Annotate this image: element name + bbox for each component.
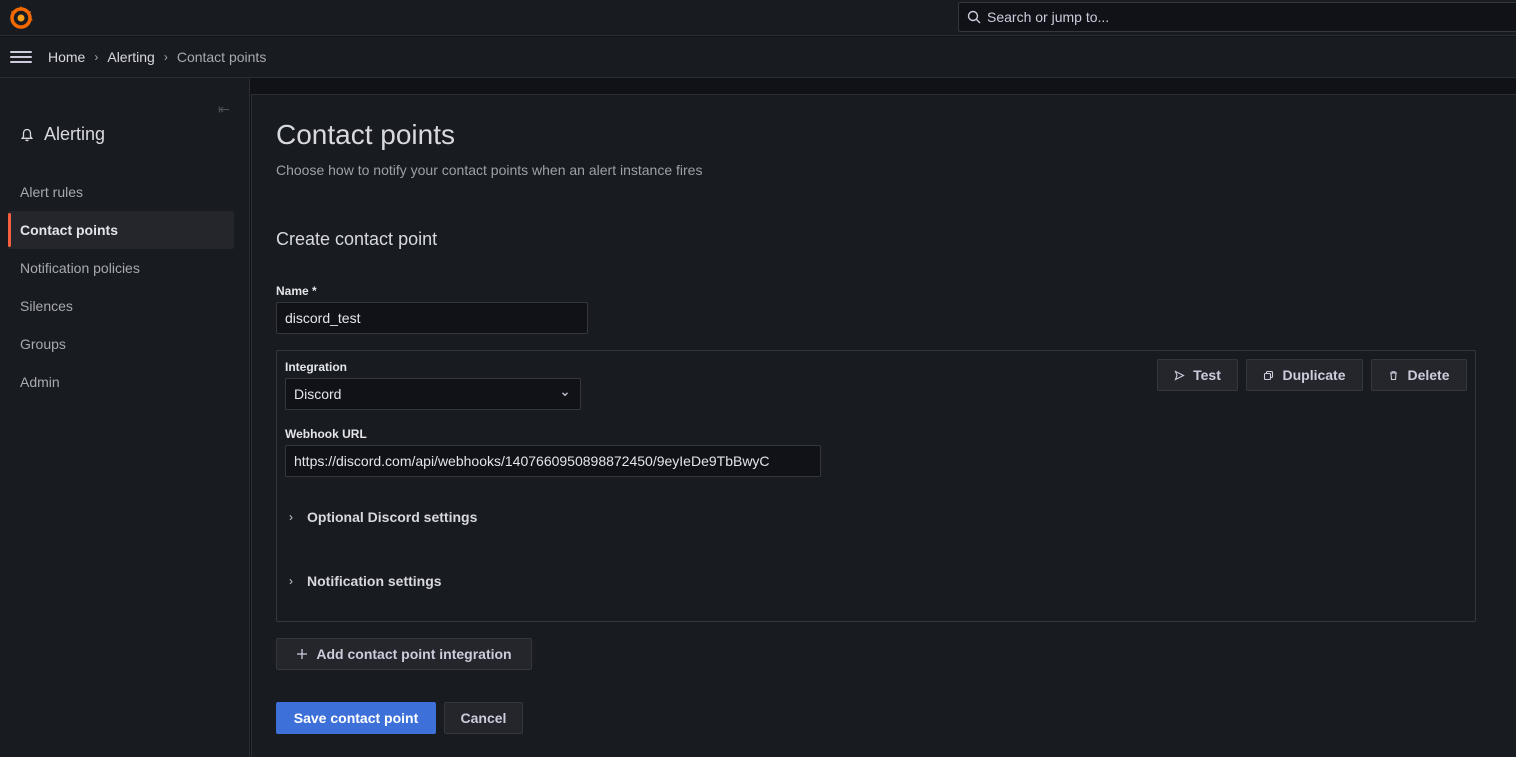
chevron-right-icon: › (163, 50, 168, 64)
chevron-right-icon: › (94, 50, 99, 64)
send-icon (1174, 369, 1185, 381)
sidebar-item-label: Admin (20, 374, 60, 390)
plus-icon (297, 649, 308, 659)
optional-discord-settings-label: Optional Discord settings (307, 509, 478, 525)
sidebar-item-contact-points[interactable]: Contact points (8, 211, 234, 249)
webhook-url-input[interactable]: https://discord.com/api/webhooks/1407660… (285, 445, 821, 477)
menu-icon[interactable] (10, 49, 32, 65)
integration-select[interactable]: Discord (285, 378, 581, 410)
search-icon (967, 10, 981, 24)
notification-settings-toggle[interactable]: › Notification settings (289, 573, 442, 589)
integration-label: Integration (285, 360, 347, 374)
sidebar-item-alert-rules[interactable]: Alert rules (8, 173, 234, 211)
add-contact-point-integration-button[interactable]: Add contact point integration (276, 638, 532, 670)
sidebar-nav: Alert rules Contact points Notification … (8, 173, 234, 401)
add-integration-label: Add contact point integration (316, 646, 512, 662)
search-input[interactable]: Search or jump to... (958, 2, 1516, 32)
name-label: Name * (276, 284, 317, 298)
sidebar: ⇤ Alerting Alert rules Contact points No… (0, 78, 250, 757)
duplicate-button-label: Duplicate (1282, 367, 1346, 383)
webhook-url-label: Webhook URL (285, 427, 367, 441)
chevron-right-icon: › (289, 574, 293, 588)
duplicate-button[interactable]: Duplicate (1246, 359, 1363, 391)
main-content: Contact points Choose how to notify your… (251, 94, 1516, 757)
delete-button-label: Delete (1407, 367, 1450, 383)
breadcrumb-contact-points: Contact points (176, 49, 267, 65)
sidebar-item-label: Contact points (20, 222, 118, 238)
breadcrumb-bar: Home › Alerting › Contact points (0, 37, 1516, 78)
save-button-label: Save contact point (293, 710, 419, 726)
integration-selected-value: Discord (294, 386, 342, 402)
test-button-label: Test (1193, 367, 1221, 383)
delete-button[interactable]: Delete (1371, 359, 1467, 391)
sidebar-item-groups[interactable]: Groups (8, 325, 234, 363)
sidebar-item-label: Alert rules (20, 184, 84, 200)
webhook-url-value: https://discord.com/api/webhooks/1407660… (294, 453, 770, 469)
section-title: Create contact point (276, 229, 438, 249)
sidebar-item-label: Notification policies (20, 260, 140, 276)
test-button[interactable]: Test (1157, 359, 1238, 391)
optional-discord-settings-toggle[interactable]: › Optional Discord settings (289, 509, 477, 525)
top-bar: Search or jump to... (0, 0, 1516, 36)
notification-settings-label: Notification settings (307, 573, 442, 589)
cancel-button-label: Cancel (460, 710, 507, 726)
trash-icon (1390, 370, 1398, 380)
grafana-logo-icon[interactable] (8, 5, 34, 31)
sidebar-title-label: Alerting (44, 124, 106, 144)
bell-icon (20, 128, 34, 141)
chevron-right-icon: › (289, 510, 293, 524)
save-contact-point-button[interactable]: Save contact point (276, 702, 436, 734)
cancel-button[interactable]: Cancel (444, 702, 523, 734)
search-placeholder: Search or jump to... (987, 9, 1110, 25)
chevron-down-icon (562, 392, 568, 397)
sidebar-item-label: Groups (20, 336, 66, 352)
name-input[interactable] (276, 302, 588, 334)
page-subtitle: Choose how to notify your contact points… (276, 162, 703, 178)
breadcrumb-home[interactable]: Home (48, 49, 85, 65)
integration-panel: Integration Discord Webhook URL https://… (276, 350, 1476, 622)
sidebar-item-label: Silences (20, 298, 73, 314)
dock-menu-icon[interactable]: ⇤ (218, 101, 230, 118)
breadcrumb: Home › Alerting › Contact points (48, 49, 266, 65)
sidebar-item-admin[interactable]: Admin (8, 363, 234, 401)
page-title: Contact points (276, 119, 455, 150)
sidebar-item-notification-policies[interactable]: Notification policies (8, 249, 234, 287)
breadcrumb-alerting[interactable]: Alerting (107, 49, 154, 65)
sidebar-title: Alerting (20, 124, 105, 145)
sidebar-item-silences[interactable]: Silences (8, 287, 234, 325)
copy-icon (1264, 370, 1274, 380)
